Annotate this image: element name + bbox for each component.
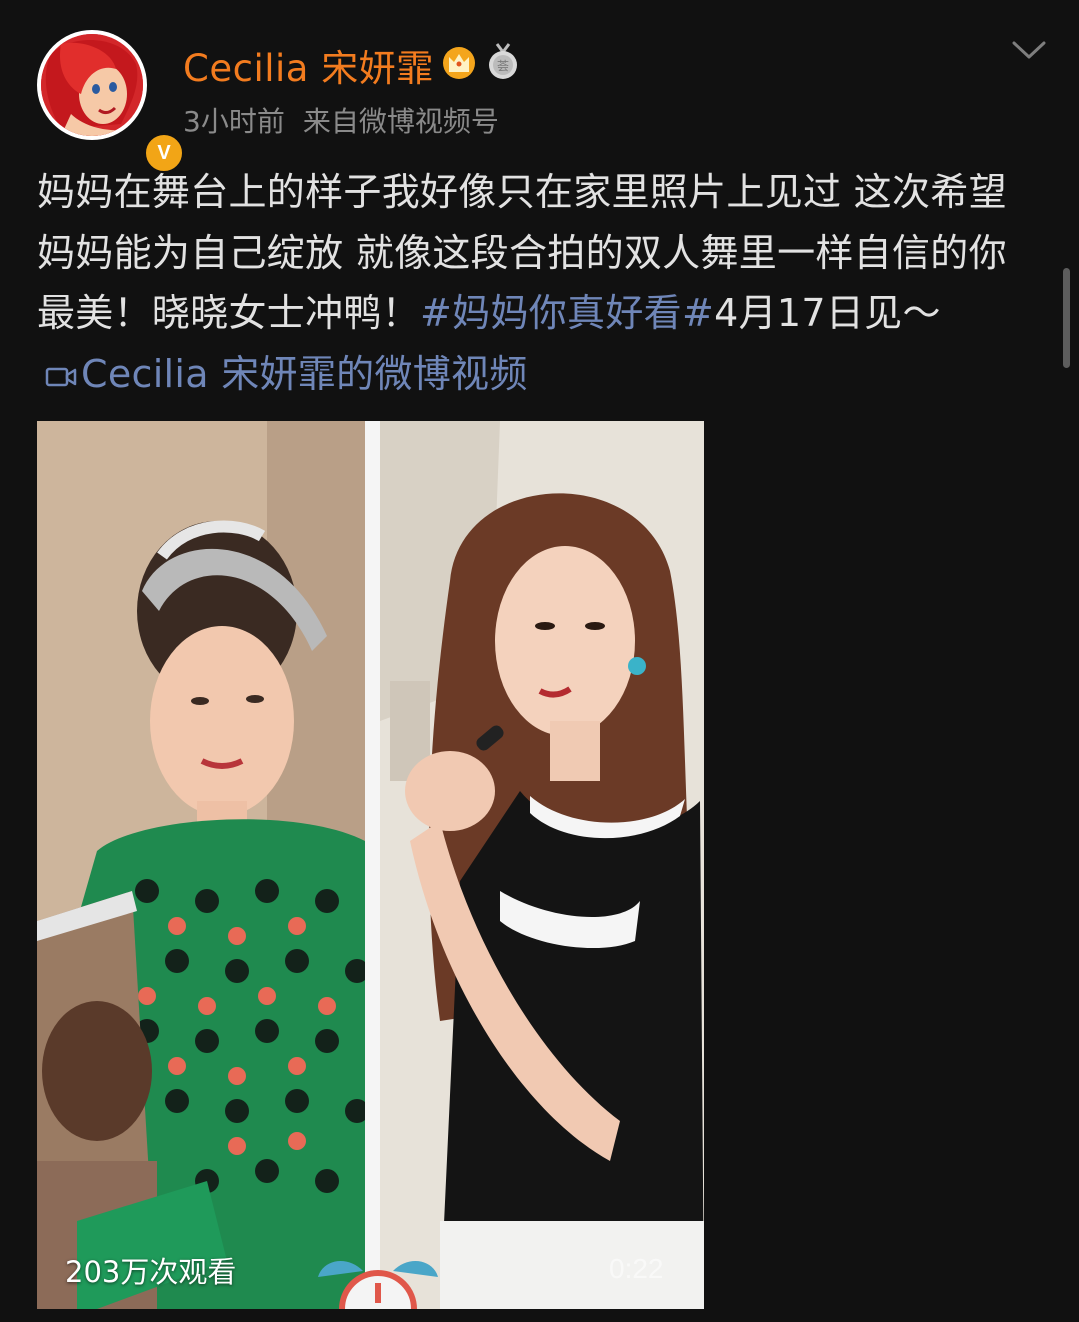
- video-camera-icon: [45, 367, 77, 386]
- video-duration: 0:22: [609, 1253, 664, 1284]
- avatar-image: [41, 34, 143, 136]
- hashtag-link[interactable]: #妈妈你真好看#: [420, 291, 714, 335]
- video-link[interactable]: Cecilia 宋妍霏的微博视频: [37, 352, 528, 396]
- post-source[interactable]: 来自微博视频号: [303, 105, 499, 138]
- alarm-clock-icon: [318, 1260, 438, 1309]
- medal-icon: 荟: [489, 43, 517, 79]
- woman-in-green-illustration: [37, 421, 365, 1309]
- avatar[interactable]: V: [37, 30, 185, 174]
- svg-text:荟: 荟: [497, 59, 509, 73]
- post-time: 3小时前: [183, 105, 285, 138]
- chevron-down-icon[interactable]: [1010, 38, 1048, 62]
- video-thumbnail[interactable]: 203万次观看 0:22: [37, 421, 704, 1309]
- post-meta: 3小时前 来自微博视频号: [183, 100, 499, 140]
- post-text: 妈妈在舞台上的样子我好像只在家里照片上见过 这次希望妈妈能为自己绽放 就像这段合…: [37, 162, 1037, 404]
- scrollbar[interactable]: [1063, 268, 1070, 368]
- avatar-illustration: [41, 34, 143, 136]
- video-divider: [365, 421, 380, 1309]
- post-text-date: 4月17日见～: [714, 291, 941, 335]
- woman-in-black-illustration: [380, 421, 704, 1309]
- user-name[interactable]: Cecilia 宋妍霏: [183, 38, 434, 92]
- crown-icon: [443, 47, 475, 79]
- view-count: 203万次观看: [65, 1255, 237, 1289]
- video-link-label[interactable]: Cecilia 宋妍霏的微博视频: [81, 352, 528, 396]
- video-left-frame: [37, 421, 365, 1309]
- video-right-frame: [380, 421, 704, 1309]
